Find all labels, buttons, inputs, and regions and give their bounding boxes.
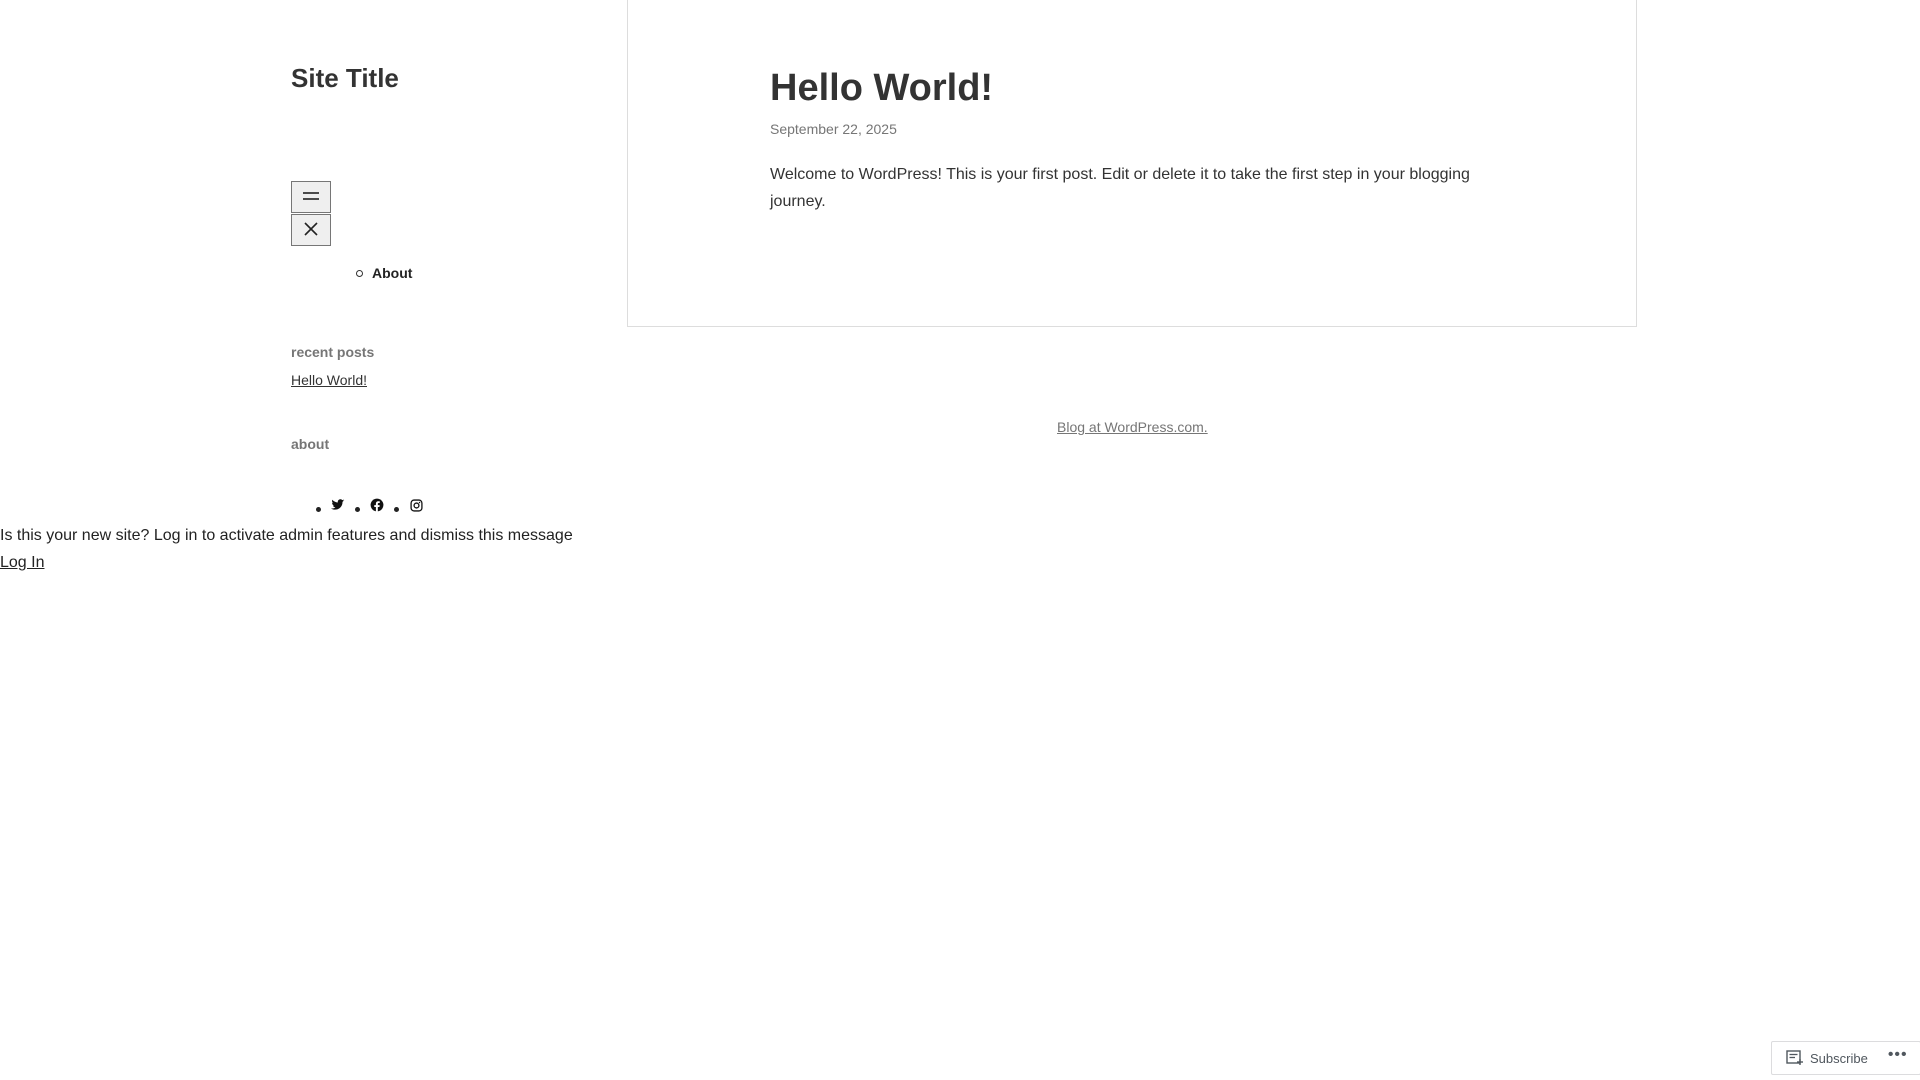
post-date[interactable]: September 22, 2025 <box>770 120 897 138</box>
menu-open-button[interactable] <box>291 181 331 213</box>
recent-posts-heading: recent posts <box>291 344 375 360</box>
new-site-notice: Is this your new site? Log in to activat… <box>0 527 573 544</box>
primary-navigation: About <box>355 263 412 283</box>
reader-icon[interactable] <box>1786 1050 1804 1066</box>
subscribe-button[interactable]: Subscribe <box>1810 1051 1868 1066</box>
list-bullet <box>316 506 321 512</box>
about-heading: about <box>291 436 330 452</box>
site-title[interactable]: Site Title <box>291 62 399 94</box>
nav-item-about[interactable]: About <box>355 263 412 283</box>
twitter-icon[interactable] <box>331 498 345 512</box>
facebook-icon[interactable] <box>370 498 384 512</box>
list-bullet <box>394 506 399 512</box>
footer-credit-link[interactable]: Blog at WordPress.com. <box>1057 418 1208 436</box>
instagram-icon[interactable] <box>409 498 423 512</box>
log-in-link[interactable]: Log In <box>0 553 44 573</box>
post-content: Welcome to WordPress! This is your first… <box>770 166 1470 210</box>
list-bullet <box>355 506 360 512</box>
close-icon <box>302 220 320 241</box>
post-title[interactable]: Hello World! <box>770 66 993 110</box>
more-options-button[interactable]: ••• <box>1888 1047 1908 1063</box>
hamburger-menu-icon <box>301 189 321 206</box>
subscribe-bar: Subscribe ••• <box>1771 1041 1920 1075</box>
menu-close-button[interactable] <box>291 214 331 246</box>
recent-post-link[interactable]: Hello World! <box>291 371 367 389</box>
social-links <box>291 498 423 512</box>
